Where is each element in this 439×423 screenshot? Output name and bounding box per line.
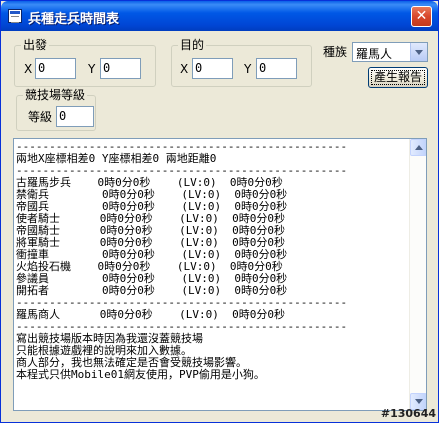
destination-y-input[interactable]: 0 bbox=[256, 58, 297, 79]
arena-group-label: 競技場等級 bbox=[23, 88, 88, 102]
origin-y-input[interactable]: 0 bbox=[100, 58, 141, 79]
race-select[interactable]: 羅馬人 bbox=[352, 42, 428, 62]
watermark: #130644 bbox=[380, 407, 436, 420]
report-text: ----------------------------------------… bbox=[16, 141, 407, 408]
report-line: 本程式只供Mobile01網友使用，PVP偷用是小狗。 bbox=[16, 368, 265, 381]
arena-level-label: 等級 bbox=[28, 110, 53, 124]
destination-group-label: 目的 bbox=[178, 38, 207, 52]
destination-y-label: Y bbox=[244, 62, 252, 76]
app-window: 兵種走兵時間表 ✕ 出發 X 0 Y 0 目的 X 0 Y 0 種族 羅馬人 產… bbox=[0, 0, 439, 423]
title-bar[interactable]: 兵種走兵時間表 ✕ bbox=[1, 1, 438, 31]
close-icon[interactable]: ✕ bbox=[411, 6, 432, 27]
origin-y-label: Y bbox=[88, 62, 96, 76]
origin-x-label: X bbox=[24, 62, 33, 76]
report-output[interactable]: ----------------------------------------… bbox=[13, 138, 427, 411]
scroll-up-icon[interactable] bbox=[410, 139, 426, 156]
race-select-value: 羅馬人 bbox=[356, 47, 393, 61]
origin-x-input[interactable]: 0 bbox=[35, 58, 76, 79]
arena-level-input[interactable]: 0 bbox=[56, 106, 94, 127]
destination-x-label: X bbox=[180, 62, 189, 76]
vertical-scrollbar[interactable] bbox=[409, 139, 426, 410]
destination-x-input[interactable]: 0 bbox=[192, 58, 233, 79]
chevron-down-icon[interactable] bbox=[410, 43, 427, 61]
generate-report-button[interactable]: 產生報告 bbox=[368, 67, 428, 88]
origin-group-label: 出發 bbox=[21, 38, 50, 52]
race-label: 種族 bbox=[323, 45, 348, 59]
window-title: 兵種走兵時間表 bbox=[28, 12, 120, 27]
app-icon bbox=[8, 9, 22, 23]
